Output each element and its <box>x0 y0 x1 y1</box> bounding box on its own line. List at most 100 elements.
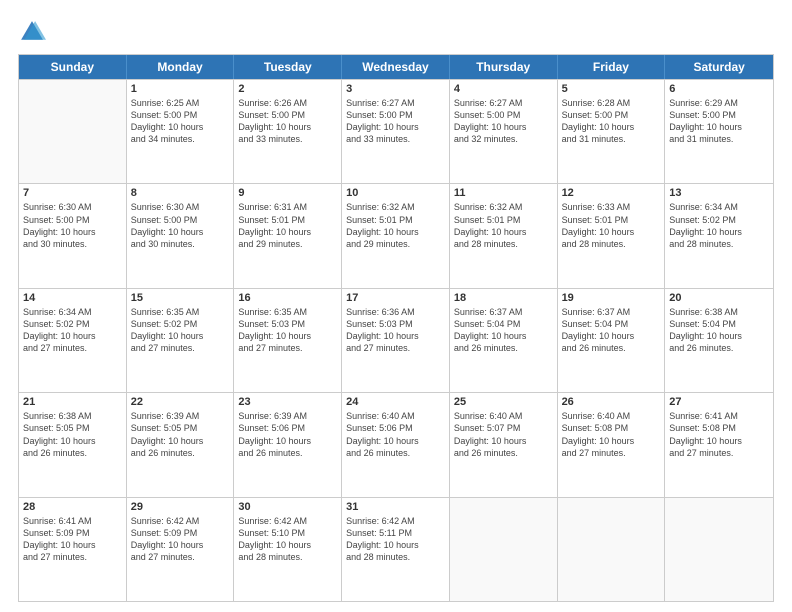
cell-info-line: and 32 minutes. <box>454 133 553 145</box>
calendar-cell: 25Sunrise: 6:40 AMSunset: 5:07 PMDayligh… <box>450 393 558 496</box>
cell-info-line: Sunset: 5:00 PM <box>131 214 230 226</box>
day-number: 19 <box>562 292 661 304</box>
cell-info-line: Sunrise: 6:26 AM <box>238 97 337 109</box>
cell-info-line: and 27 minutes. <box>23 551 122 563</box>
cell-info-line: Daylight: 10 hours <box>669 330 769 342</box>
calendar-cell: 24Sunrise: 6:40 AMSunset: 5:06 PMDayligh… <box>342 393 450 496</box>
day-number: 4 <box>454 83 553 95</box>
calendar-cell <box>450 498 558 601</box>
cell-info-line: Sunrise: 6:32 AM <box>346 201 445 213</box>
cell-info-line: Sunrise: 6:42 AM <box>238 515 337 527</box>
calendar-cell: 2Sunrise: 6:26 AMSunset: 5:00 PMDaylight… <box>234 80 342 183</box>
cell-info-line: Sunset: 5:01 PM <box>562 214 661 226</box>
day-number: 11 <box>454 187 553 199</box>
day-number: 24 <box>346 396 445 408</box>
day-number: 29 <box>131 501 230 513</box>
day-number: 30 <box>238 501 337 513</box>
cell-info-line: Daylight: 10 hours <box>23 226 122 238</box>
cell-info-line: Sunset: 5:04 PM <box>669 318 769 330</box>
calendar: SundayMondayTuesdayWednesdayThursdayFrid… <box>18 54 774 602</box>
cell-info-line: Daylight: 10 hours <box>346 539 445 551</box>
cell-info-line: Daylight: 10 hours <box>562 435 661 447</box>
cell-info-line: Daylight: 10 hours <box>669 121 769 133</box>
header <box>18 18 774 46</box>
cell-info-line: Daylight: 10 hours <box>131 226 230 238</box>
cell-info-line: Sunrise: 6:39 AM <box>238 410 337 422</box>
day-number: 17 <box>346 292 445 304</box>
cell-info-line: Sunrise: 6:40 AM <box>454 410 553 422</box>
cell-info-line: Daylight: 10 hours <box>669 226 769 238</box>
calendar-row-4: 28 Sunrise: 6:41 AM Sunset: 5:09 PM Dayligh… <box>19 497 773 601</box>
calendar-cell: 8Sunrise: 6:30 AMSunset: 5:00 PMDaylight… <box>127 184 235 287</box>
calendar-row-0: 1Sunrise: 6:25 AMSunset: 5:00 PMDaylight… <box>19 79 773 183</box>
cell-info-line: Sunrise: 6:42 AM <box>346 515 445 527</box>
cell-info-line: Sunset: 5:06 PM <box>238 422 337 434</box>
cell-info-line: Sunset: 5:03 PM <box>238 318 337 330</box>
calendar-cell: 9Sunrise: 6:31 AMSunset: 5:01 PMDaylight… <box>234 184 342 287</box>
cell-info-line: and 26 minutes. <box>238 447 337 459</box>
cell-info-line: Sunrise: 6:28 AM <box>562 97 661 109</box>
cell-info-line: Sunset: 5:01 PM <box>238 214 337 226</box>
calendar-cell: 27Sunrise: 6:41 AMSunset: 5:08 PMDayligh… <box>665 393 773 496</box>
cell-info-line: Daylight: 10 hours <box>131 121 230 133</box>
cell-info-line: and 26 minutes. <box>454 342 553 354</box>
calendar-cell: 23Sunrise: 6:39 AMSunset: 5:06 PMDayligh… <box>234 393 342 496</box>
cell-info-line: Sunset: 5:07 PM <box>454 422 553 434</box>
day-number: 22 <box>131 396 230 408</box>
calendar-cell: 6Sunrise: 6:29 AMSunset: 5:00 PMDaylight… <box>665 80 773 183</box>
day-number: 15 <box>131 292 230 304</box>
cell-info-line: Sunrise: 6:38 AM <box>23 410 122 422</box>
cell-info-line: Daylight: 10 hours <box>238 330 337 342</box>
calendar-cell: 19Sunrise: 6:37 AMSunset: 5:04 PMDayligh… <box>558 289 666 392</box>
cell-info-line: Sunset: 5:00 PM <box>346 109 445 121</box>
cell-info-line: and 26 minutes. <box>131 447 230 459</box>
header-day-thursday: Thursday <box>450 55 558 79</box>
cell-info-line: Daylight: 10 hours <box>346 435 445 447</box>
cell-info-line: Daylight: 10 hours <box>23 330 122 342</box>
cell-info-line: and 27 minutes. <box>562 447 661 459</box>
day-number: 20 <box>669 292 769 304</box>
day-number: 18 <box>454 292 553 304</box>
calendar-cell: 16Sunrise: 6:35 AMSunset: 5:03 PMDayligh… <box>234 289 342 392</box>
cell-info-line: and 26 minutes. <box>669 342 769 354</box>
cell-info-line: Sunrise: 6:40 AM <box>562 410 661 422</box>
calendar-cell: 20 Sunrise: 6:38 AMSunset: 5:04 PMDayligh… <box>665 289 773 392</box>
cell-info-line: Sunrise: 6:35 AM <box>238 306 337 318</box>
calendar-cell: 14Sunrise: 6:34 AMSunset: 5:02 PMDayligh… <box>19 289 127 392</box>
calendar-cell <box>665 498 773 601</box>
calendar-header: SundayMondayTuesdayWednesdayThursdayFrid… <box>19 55 773 79</box>
cell-info-line: and 30 minutes. <box>23 238 122 250</box>
cell-info-line: Sunrise: 6:31 AM <box>238 201 337 213</box>
header-day-friday: Friday <box>558 55 666 79</box>
day-number: 28 <box>23 501 122 513</box>
cell-info-line: Daylight: 10 hours <box>562 330 661 342</box>
cell-info-line: Sunrise: 6:29 AM <box>669 97 769 109</box>
day-number: 26 <box>562 396 661 408</box>
cell-info-line: Sunrise: 6:34 AM <box>669 201 769 213</box>
calendar-cell: 4Sunrise: 6:27 AMSunset: 5:00 PMDaylight… <box>450 80 558 183</box>
day-number: 6 <box>669 83 769 95</box>
calendar-cell: 5Sunrise: 6:28 AMSunset: 5:00 PMDaylight… <box>558 80 666 183</box>
cell-info-line: Daylight: 10 hours <box>346 226 445 238</box>
cell-info-line: and 29 minutes. <box>238 238 337 250</box>
cell-info-line: Sunrise: 6:41 AM <box>669 410 769 422</box>
cell-info-line: Sunrise: 6:41 AM <box>23 515 122 527</box>
calendar-cell: 26Sunrise: 6:40 AMSunset: 5:08 PMDayligh… <box>558 393 666 496</box>
cell-info-line: Sunset: 5:09 PM <box>131 527 230 539</box>
cell-info-line: Daylight: 10 hours <box>454 435 553 447</box>
logo <box>18 18 50 46</box>
cell-info-line: Sunrise: 6:30 AM <box>23 201 122 213</box>
day-number: 13 <box>669 187 769 199</box>
cell-info-line: and 27 minutes. <box>23 342 122 354</box>
cell-info-line: Sunset: 5:06 PM <box>346 422 445 434</box>
cell-info-line: and 28 minutes. <box>669 238 769 250</box>
cell-info-line: Sunrise: 6:38 AM <box>669 306 769 318</box>
calendar-cell: 21Sunrise: 6:38 AMSunset: 5:05 PMDayligh… <box>19 393 127 496</box>
calendar-cell: 12Sunrise: 6:33 AMSunset: 5:01 PMDayligh… <box>558 184 666 287</box>
cell-info-line: Sunrise: 6:27 AM <box>346 97 445 109</box>
calendar-row-1: 7Sunrise: 6:30 AMSunset: 5:00 PMDaylight… <box>19 183 773 287</box>
cell-info-line: Sunrise: 6:27 AM <box>454 97 553 109</box>
cell-info-line: and 29 minutes. <box>346 238 445 250</box>
calendar-cell <box>19 80 127 183</box>
calendar-cell: 10Sunrise: 6:32 AMSunset: 5:01 PMDayligh… <box>342 184 450 287</box>
